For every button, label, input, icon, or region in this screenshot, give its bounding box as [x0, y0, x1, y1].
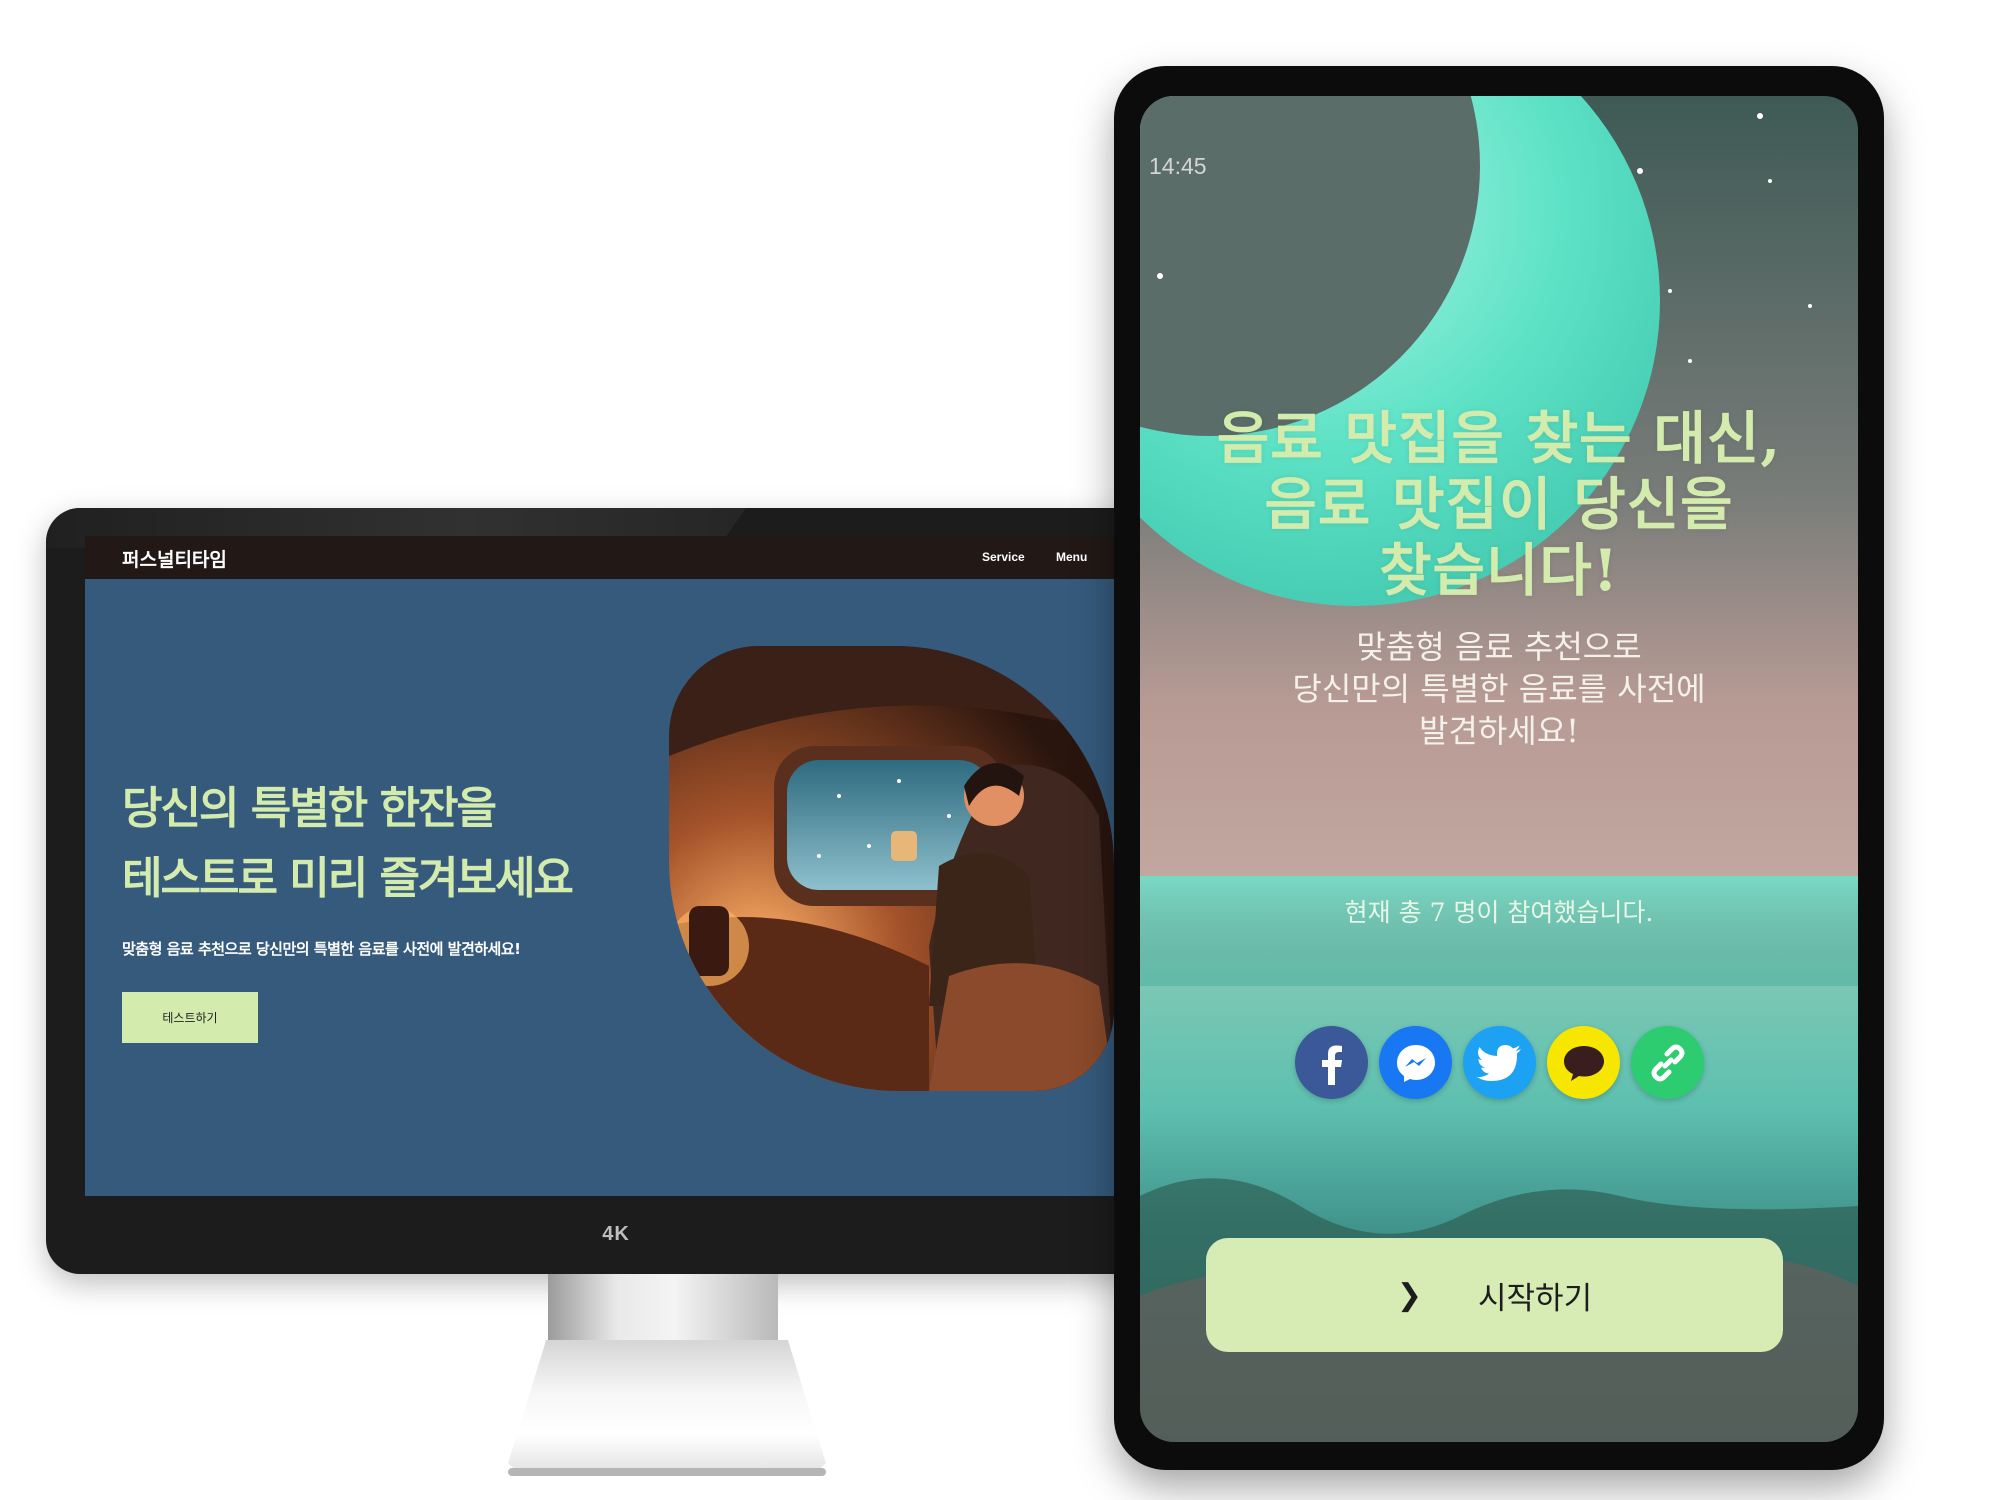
subtitle-line-1: 맞춤형 음료 추천으로: [1356, 628, 1642, 666]
kakaotalk-share-button[interactable]: [1547, 1026, 1620, 1099]
start-button-label: 시작하기: [1478, 1280, 1593, 1317]
monitor-4k-label: 4K: [602, 1223, 630, 1245]
facebook-icon: [1321, 1045, 1342, 1085]
mobile-screen: 14:45 음료 맛집을 찾는 대신, 음료 맛집이 당신을 찾습니다! 맞춤형…: [1140, 96, 1858, 1442]
status-bar-clock: 14:45: [1149, 153, 1207, 179]
participant-count: 현재 총 7 명이 참여했습니다.: [1344, 898, 1654, 927]
monitor-stand-base: [508, 1340, 826, 1474]
site-logo[interactable]: 퍼스널티타임: [122, 545, 227, 572]
nav-link-menu[interactable]: Menu: [1056, 550, 1087, 564]
messenger-share-button[interactable]: [1379, 1026, 1452, 1099]
chevron-right-icon: ❯: [1396, 1277, 1423, 1313]
monitor-stand-shadow: [508, 1468, 826, 1476]
copy-link-button[interactable]: [1631, 1026, 1704, 1099]
headline-line-1: 음료 맛집을 찾는 대신,: [1216, 405, 1782, 472]
hero-title-line-2: 테스트로 미리 즐겨보세요: [122, 853, 574, 904]
share-buttons: [1295, 1026, 1704, 1100]
mobile-subtitle: 맞춤형 음료 추천으로 당신만의 특별한 음료를 사전에 발견하세요!: [1140, 626, 1858, 752]
nav-link-service[interactable]: Service: [982, 550, 1025, 564]
train-cabin-illustration: [669, 646, 1114, 1091]
messenger-icon: [1396, 1044, 1435, 1082]
facebook-share-button[interactable]: [1295, 1026, 1368, 1099]
headline-line-3: 찾습니다!: [1379, 537, 1619, 604]
twitter-share-button[interactable]: [1463, 1026, 1536, 1099]
mobile-device: 14:45 음료 맛집을 찾는 대신, 음료 맛집이 당신을 찾습니다! 맞춤형…: [1114, 66, 1884, 1470]
link-icon: [1651, 1044, 1684, 1081]
hero-subtitle: 맞춤형 음료 추천으로 당신만의 특별한 음료를 사전에 발견하세요!: [122, 940, 521, 958]
hero-title: 당신의 특별한 한잔을 테스트로 미리 즐겨보세요: [122, 774, 682, 914]
start-button[interactable]: ❯ 시작하기: [1206, 1238, 1783, 1352]
test-start-button[interactable]: 테스트하기: [122, 992, 258, 1043]
subtitle-line-2: 당신만의 특별한 음료를 사전에: [1292, 670, 1706, 708]
kakaotalk-icon: [1563, 1045, 1604, 1081]
subtitle-line-3: 발견하세요!: [1418, 712, 1580, 750]
site-navbar: 퍼스널티타임 Service Menu: [85, 536, 1186, 579]
headline-line-2: 음료 맛집이 당신을: [1264, 471, 1734, 538]
twitter-icon: [1476, 1044, 1521, 1081]
mobile-headline: 음료 맛집을 찾는 대신, 음료 맛집이 당신을 찾습니다!: [1140, 406, 1858, 604]
hero-title-line-1: 당신의 특별한 한잔을: [122, 783, 497, 834]
desktop-screen: 퍼스널티타임 Service Menu 당신의 특별한 한잔을 테스트로 미리 …: [85, 536, 1186, 1196]
desktop-monitor: 퍼스널티타임 Service Menu 당신의 특별한 한잔을 테스트로 미리 …: [46, 508, 1186, 1274]
hero-illustration: [669, 646, 1114, 1091]
